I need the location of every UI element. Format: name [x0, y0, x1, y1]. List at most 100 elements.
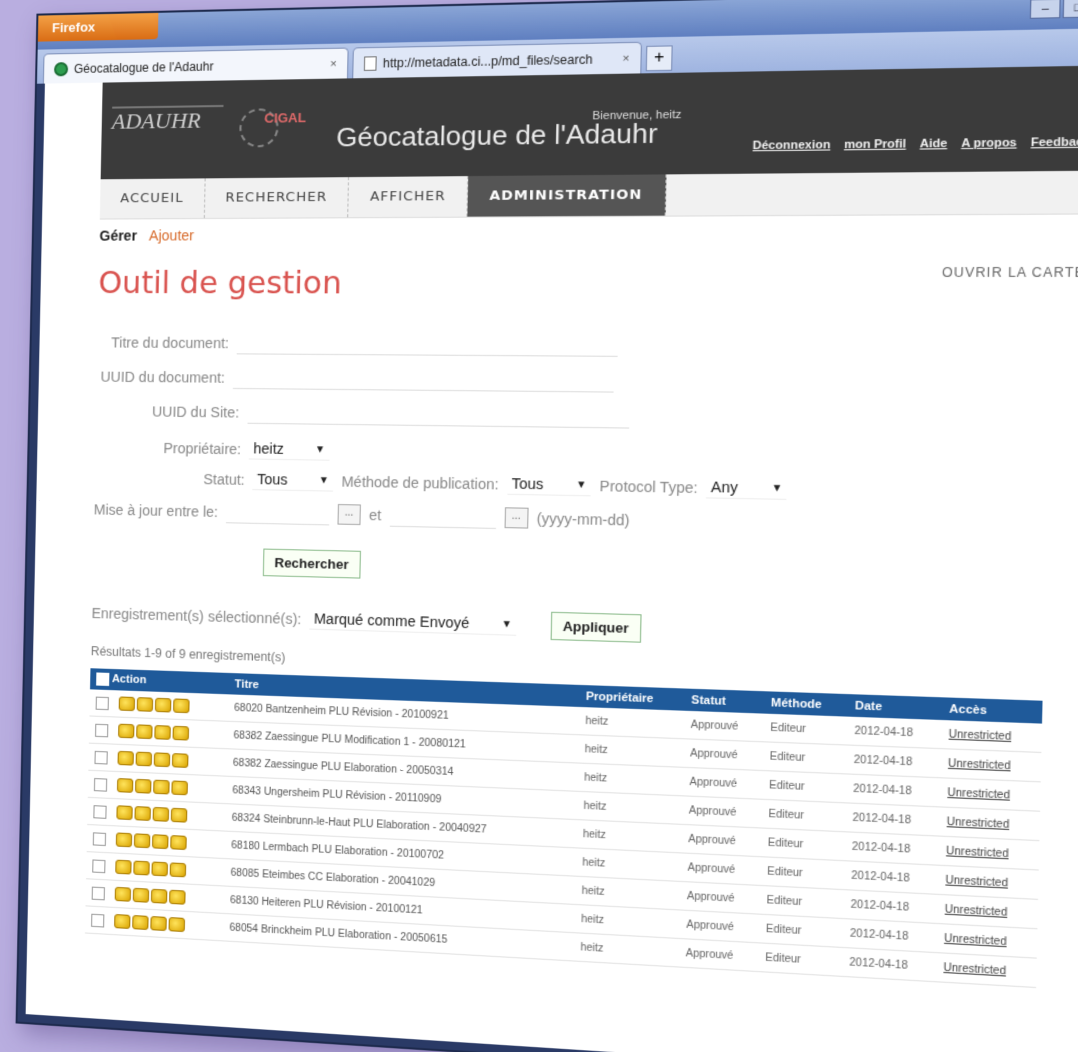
privileges-icon[interactable] — [169, 889, 186, 905]
status-select[interactable]: Tous ▼ — [252, 468, 334, 492]
bulk-action-select[interactable]: Marqué comme Envoyé ▼ — [309, 608, 517, 636]
row-status: Approuvé — [681, 795, 763, 828]
profile-link[interactable]: mon Profil — [844, 138, 906, 152]
page-icon — [363, 55, 377, 71]
access-link[interactable]: Unrestricted — [947, 816, 1010, 831]
row-checkbox[interactable] — [92, 858, 106, 873]
date-from-picker-button[interactable]: ... — [337, 504, 361, 526]
copy-icon[interactable] — [135, 778, 152, 794]
nav-afficher[interactable]: AFFICHER — [348, 176, 469, 218]
adauhr-logo[interactable]: ADAUHR — [111, 104, 224, 156]
copy-icon[interactable] — [133, 833, 151, 849]
access-link[interactable]: Unrestricted — [944, 933, 1007, 948]
copy-icon[interactable] — [135, 751, 153, 767]
row-checkbox[interactable] — [95, 723, 109, 737]
edit-icon[interactable] — [118, 696, 136, 712]
edit-icon[interactable] — [116, 805, 133, 821]
about-link[interactable]: A propos — [961, 137, 1017, 151]
pub-method-select[interactable]: Tous ▼ — [506, 472, 592, 497]
privileges-icon[interactable] — [171, 753, 189, 768]
tab-metadata[interactable]: http://metadata.ci...p/md_files/search × — [352, 41, 642, 79]
logout-link[interactable]: Déconnexion — [753, 139, 831, 153]
subnav-manage[interactable]: Gérer — [99, 227, 137, 243]
firefox-menu-button[interactable]: Firefox — [37, 12, 159, 42]
access-link[interactable]: Unrestricted — [948, 758, 1011, 772]
privileges-icon[interactable] — [170, 807, 188, 823]
privileges-icon[interactable] — [170, 835, 187, 851]
privileges-icon[interactable] — [168, 917, 186, 933]
nav-accueil[interactable]: ACCUEIL — [99, 178, 206, 219]
edit-icon[interactable] — [118, 723, 135, 739]
edit-icon[interactable] — [114, 886, 132, 902]
privileges-icon[interactable] — [172, 725, 190, 741]
edit-icon[interactable] — [114, 913, 131, 930]
delete-icon[interactable] — [150, 916, 167, 932]
delete-icon[interactable] — [150, 888, 168, 904]
select-all-checkbox[interactable] — [96, 672, 110, 686]
access-link[interactable]: Unrestricted — [945, 903, 1008, 918]
subnav-add[interactable]: Ajouter — [149, 227, 194, 243]
row-checkbox[interactable] — [92, 831, 107, 846]
minimize-button[interactable]: – — [1029, 0, 1061, 19]
row-owner: heitz — [578, 706, 685, 739]
copy-icon[interactable] — [132, 887, 150, 903]
column-method[interactable]: Méthode — [764, 691, 849, 716]
row-checkbox[interactable] — [91, 886, 105, 900]
privileges-icon[interactable] — [169, 862, 187, 878]
protocol-select[interactable]: Any ▼ — [706, 476, 788, 500]
doc-uuid-input[interactable] — [232, 366, 615, 393]
owner-select[interactable]: heitz ▼ — [249, 438, 330, 461]
row-date: 2012-04-18 — [846, 773, 941, 807]
close-tab-icon[interactable]: × — [622, 52, 629, 65]
apply-button[interactable]: Appliquer — [550, 611, 642, 643]
row-checkbox[interactable] — [93, 777, 108, 792]
row-checkbox[interactable] — [91, 913, 105, 928]
site-uuid-input[interactable] — [247, 401, 630, 429]
column-date[interactable]: Date — [848, 694, 943, 720]
delete-icon[interactable] — [152, 806, 170, 822]
delete-icon[interactable] — [153, 779, 170, 795]
copy-icon[interactable] — [136, 697, 154, 712]
privileges-icon[interactable] — [173, 698, 190, 714]
nav-administration[interactable]: ADMINISTRATION — [467, 174, 667, 217]
copy-icon[interactable] — [132, 914, 149, 931]
maximize-button[interactable]: □ — [1062, 0, 1078, 19]
privileges-icon[interactable] — [171, 780, 188, 796]
delete-icon[interactable] — [154, 697, 172, 713]
copy-icon[interactable] — [136, 724, 153, 740]
row-checkbox[interactable] — [94, 750, 108, 765]
nav-rechercher[interactable]: RECHERCHER — [204, 177, 350, 219]
delete-icon[interactable] — [154, 725, 171, 740]
delete-icon[interactable] — [152, 834, 169, 850]
access-link[interactable]: Unrestricted — [943, 962, 1006, 977]
doc-title-input[interactable] — [236, 331, 619, 357]
column-status[interactable]: Statut — [684, 689, 764, 714]
copy-icon[interactable] — [133, 860, 150, 876]
and-label: et — [368, 506, 382, 524]
cigal-logo-text: CIGAL — [264, 109, 307, 126]
access-link[interactable]: Unrestricted — [946, 845, 1009, 860]
date-to-input[interactable] — [389, 504, 497, 529]
copy-icon[interactable] — [134, 806, 151, 821]
row-checkbox[interactable] — [93, 804, 107, 819]
close-tab-icon[interactable]: × — [330, 58, 337, 70]
help-link[interactable]: Aide — [920, 137, 948, 150]
date-to-picker-button[interactable]: ... — [504, 507, 529, 529]
edit-icon[interactable] — [117, 750, 134, 766]
edit-icon[interactable] — [116, 778, 134, 793]
edit-icon[interactable] — [115, 832, 133, 848]
doc-uuid-label: UUID du document: — [100, 368, 226, 386]
date-from-input[interactable] — [225, 500, 330, 526]
delete-icon[interactable] — [151, 861, 168, 877]
protocol-value: Any — [710, 478, 739, 496]
edit-icon[interactable] — [115, 859, 132, 875]
access-link[interactable]: Unrestricted — [949, 728, 1012, 742]
open-map-link[interactable]: OUVRIR LA CARTE — [942, 265, 1078, 280]
new-tab-button[interactable]: + — [645, 45, 673, 72]
feedback-link[interactable]: Feedback — [1031, 136, 1078, 150]
access-link[interactable]: Unrestricted — [945, 874, 1008, 889]
access-link[interactable]: Unrestricted — [947, 787, 1010, 802]
search-button[interactable]: Rechercher — [262, 548, 361, 579]
row-checkbox[interactable] — [95, 696, 109, 710]
delete-icon[interactable] — [153, 752, 171, 768]
